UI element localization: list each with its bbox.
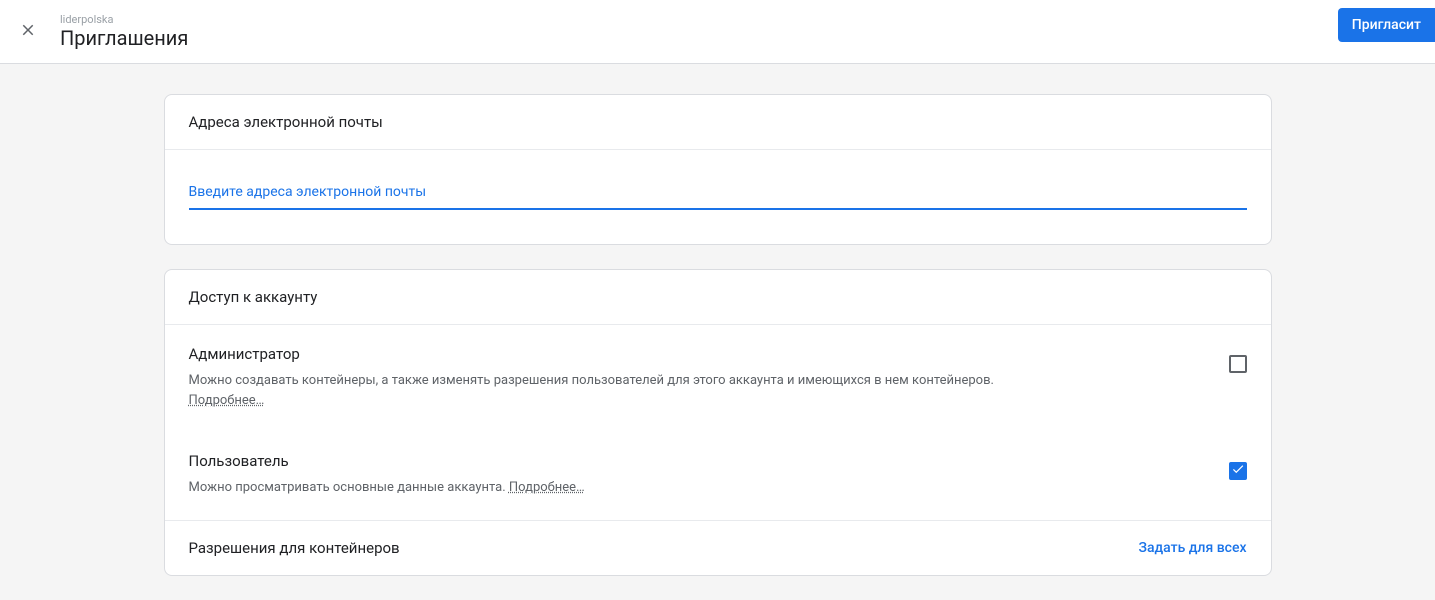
role-user-desc-text: Можно просматривать основные данные акка… bbox=[189, 480, 509, 495]
title-wrap: liderpolska Приглашения bbox=[60, 14, 188, 50]
close-button[interactable] bbox=[16, 20, 40, 44]
role-user-learn-more[interactable]: Подробнее… bbox=[509, 480, 585, 495]
role-admin-checkbox[interactable] bbox=[1229, 355, 1247, 373]
page-title: Приглашения bbox=[60, 26, 188, 50]
email-card: Адреса электронной почты bbox=[164, 94, 1272, 245]
email-card-title: Адреса электронной почты bbox=[165, 95, 1271, 150]
role-user: Пользователь Можно просматривать основны… bbox=[165, 432, 1271, 520]
content: Адреса электронной почты Доступ к аккаун… bbox=[144, 94, 1292, 576]
access-card: Доступ к аккаунту Администратор Можно со… bbox=[164, 269, 1272, 576]
role-admin-title: Администратор bbox=[189, 345, 1209, 363]
role-admin: Администратор Можно создавать контейнеры… bbox=[165, 325, 1271, 432]
role-user-title: Пользователь bbox=[189, 452, 1209, 470]
invite-button[interactable]: Пригласит bbox=[1338, 8, 1435, 42]
role-admin-learn-more[interactable]: Подробнее… bbox=[189, 393, 265, 408]
role-admin-desc-text: Можно создавать контейнеры, а также изме… bbox=[189, 373, 994, 388]
role-admin-text: Администратор Можно создавать контейнеры… bbox=[189, 345, 1209, 410]
breadcrumb: liderpolska bbox=[60, 14, 188, 25]
top-bar: liderpolska Приглашения Пригласит bbox=[0, 0, 1435, 64]
checkmark-icon bbox=[1231, 462, 1245, 480]
set-all-button[interactable]: Задать для всех bbox=[1138, 540, 1246, 556]
access-card-title: Доступ к аккаунту bbox=[165, 270, 1271, 325]
container-permissions-row: Разрешения для контейнеров Задать для вс… bbox=[165, 520, 1271, 575]
role-user-text: Пользователь Можно просматривать основны… bbox=[189, 452, 1209, 498]
role-admin-desc: Можно создавать контейнеры, а также изме… bbox=[189, 371, 1209, 410]
container-permissions-label: Разрешения для контейнеров bbox=[189, 539, 400, 557]
email-input[interactable] bbox=[189, 178, 1247, 210]
close-icon bbox=[19, 21, 37, 43]
role-user-desc: Можно просматривать основные данные акка… bbox=[189, 478, 1209, 498]
email-card-body bbox=[165, 150, 1271, 244]
role-user-checkbox[interactable] bbox=[1229, 462, 1247, 480]
